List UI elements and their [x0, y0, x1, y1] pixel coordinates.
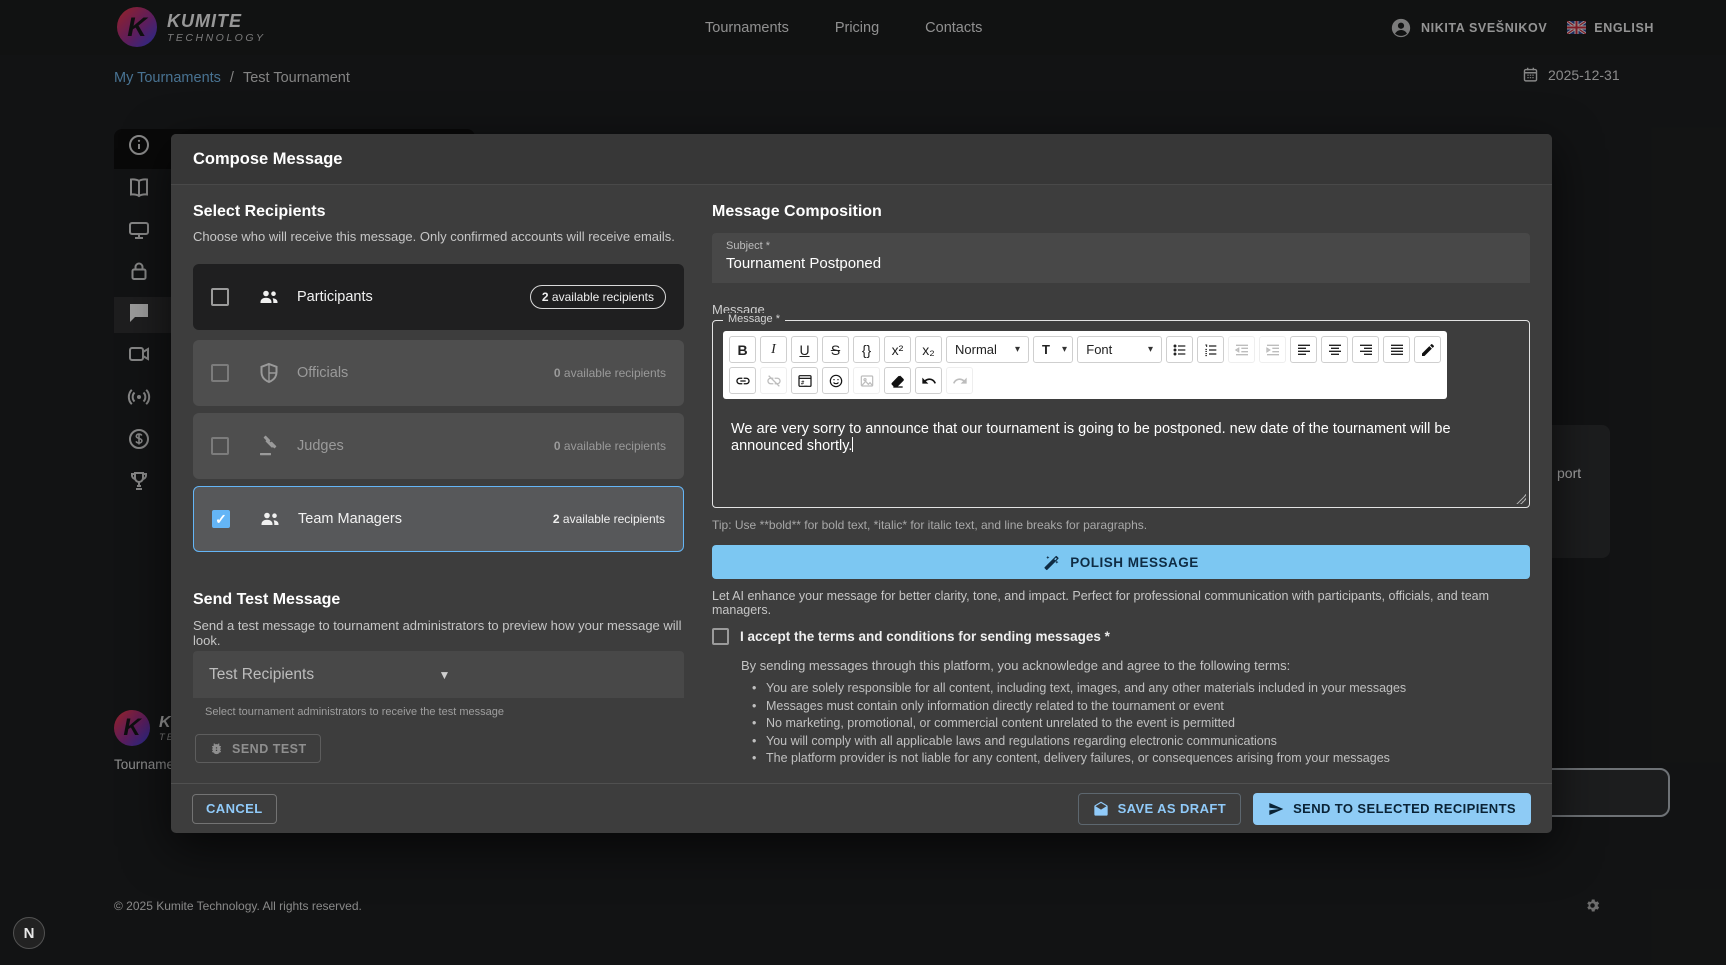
- indent-button[interactable]: [1259, 336, 1286, 363]
- terms-checkbox-row: I accept the terms and conditions for se…: [712, 628, 1110, 645]
- dialog-footer: CANCEL SAVE AS DRAFT SEND TO SELECTED RE…: [171, 783, 1552, 833]
- recipient-group-participants[interactable]: Participants 2 available recipients: [193, 264, 684, 330]
- test-recipients-select[interactable]: Test Recipients ▼: [193, 651, 684, 698]
- align-right-button[interactable]: [1352, 336, 1379, 363]
- subject-field[interactable]: Subject * Tournament Postponed: [712, 233, 1530, 283]
- align-center-button[interactable]: [1321, 336, 1348, 363]
- group-label: Participants: [297, 289, 530, 305]
- send-test-title: Send Test Message: [193, 591, 340, 609]
- insert-image-button[interactable]: [853, 367, 880, 394]
- caret-down-icon: ▾: [1062, 344, 1067, 355]
- select-recipients-description: Choose who will receive this message. On…: [193, 229, 684, 244]
- align-left-button[interactable]: [1290, 336, 1317, 363]
- recipients-count: 0 available recipients: [554, 366, 666, 380]
- compose-message-dialog: Compose Message Select Recipients Choose…: [171, 134, 1552, 833]
- underline-button[interactable]: U: [791, 336, 818, 363]
- terms-item: Messages must contain only information d…: [752, 699, 1406, 713]
- bold-button[interactable]: B: [729, 336, 756, 363]
- terms-item: You are solely responsible for all conte…: [752, 681, 1406, 695]
- send-to-recipients-button[interactable]: SEND TO SELECTED RECIPIENTS: [1253, 793, 1531, 825]
- clear-format-eraser-button[interactable]: [884, 367, 911, 394]
- officials-checkbox: [211, 364, 229, 382]
- message-editor: Message * B I U S {} x² x₂ Normal▾: [712, 320, 1530, 508]
- font-family-select[interactable]: Font▾: [1077, 336, 1162, 363]
- caret-down-icon: ▾: [1148, 344, 1153, 355]
- subscript-button[interactable]: x₂: [915, 336, 942, 363]
- svg-text:#_: #_: [801, 380, 808, 386]
- send-icon: [1268, 801, 1284, 817]
- recipients-count: 0 available recipients: [554, 439, 666, 453]
- magic-wand-icon: [1043, 554, 1060, 571]
- message-textarea[interactable]: We are very sorry to announce that our t…: [715, 407, 1527, 505]
- code-block-button[interactable]: {}: [853, 336, 880, 363]
- subject-label: Subject *: [726, 240, 1516, 252]
- text-color-pen-button[interactable]: [1414, 336, 1441, 363]
- resize-grip[interactable]: [1516, 494, 1526, 504]
- chevron-down-icon: ▼: [439, 668, 669, 682]
- recipient-group-officials: Officials 0 available recipients: [193, 340, 684, 406]
- strikethrough-button[interactable]: S: [822, 336, 849, 363]
- superscript-button[interactable]: x²: [884, 336, 911, 363]
- group-label: Officials: [297, 365, 554, 381]
- save-as-draft-button[interactable]: SAVE AS DRAFT: [1078, 793, 1241, 825]
- recipients-count-badge: 2 available recipients: [530, 285, 666, 309]
- undo-button[interactable]: [915, 367, 942, 394]
- subject-value: Tournament Postponed: [726, 255, 1516, 272]
- polish-message-button[interactable]: POLISH MESSAGE: [712, 545, 1530, 579]
- people-icon: [258, 507, 282, 531]
- message-field-label: Message *: [723, 313, 785, 325]
- participants-checkbox[interactable]: [211, 288, 229, 306]
- terms-item: The platform provider is not liable for …: [752, 751, 1406, 765]
- recipients-count: 2 available recipients: [553, 512, 665, 526]
- cancel-button[interactable]: CANCEL: [192, 794, 277, 824]
- bullet-list-button[interactable]: [1166, 336, 1193, 363]
- align-justify-button[interactable]: [1383, 336, 1410, 363]
- remove-link-button[interactable]: [760, 367, 787, 394]
- recipient-group-team-managers[interactable]: ✓ Team Managers 2 available recipients: [193, 486, 684, 552]
- paragraph-style-select[interactable]: Normal▾: [946, 336, 1029, 363]
- terms-list: You are solely responsible for all conte…: [752, 681, 1406, 769]
- text-cursor: [852, 437, 853, 452]
- test-recipients-label: Test Recipients: [209, 666, 439, 684]
- bug-icon: [209, 741, 224, 756]
- formatting-tip: Tip: Use **bold** for bold text, *italic…: [712, 518, 1147, 532]
- terms-checkbox-label: I accept the terms and conditions for se…: [740, 629, 1110, 644]
- send-test-button[interactable]: SEND TEST: [195, 734, 321, 763]
- dialog-title: Compose Message: [193, 150, 342, 169]
- group-label: Team Managers: [298, 511, 553, 527]
- polish-description: Let AI enhance your message for better c…: [712, 589, 1530, 617]
- send-test-description: Send a test message to tournament admini…: [193, 618, 684, 648]
- message-text: We are very sorry to announce that our t…: [731, 421, 1451, 454]
- recipient-group-judges: Judges 0 available recipients: [193, 413, 684, 479]
- group-label: Judges: [297, 438, 554, 454]
- dialog-header: Compose Message: [171, 134, 1552, 185]
- terms-checkbox[interactable]: [712, 628, 729, 645]
- terms-intro: By sending messages through this platfor…: [741, 658, 1290, 673]
- gavel-icon: [257, 434, 281, 458]
- judges-checkbox: [211, 437, 229, 455]
- message-composition-title: Message Composition: [712, 203, 882, 221]
- dev-indicator-badge[interactable]: N: [13, 917, 45, 949]
- select-recipients-title: Select Recipients: [193, 203, 326, 221]
- text-size-select[interactable]: T▾: [1033, 336, 1073, 363]
- people-icon: [257, 285, 281, 309]
- numbered-list-button[interactable]: [1197, 336, 1224, 363]
- test-recipients-helper: Select tournament administrators to rece…: [205, 706, 504, 718]
- caret-down-icon: ▾: [1015, 344, 1020, 355]
- italic-button[interactable]: I: [760, 336, 787, 363]
- outdent-button[interactable]: [1228, 336, 1255, 363]
- terms-item: No marketing, promotional, or commercial…: [752, 716, 1406, 730]
- editor-toolbar: B I U S {} x² x₂ Normal▾ T▾: [723, 331, 1447, 399]
- insert-link-button[interactable]: [729, 367, 756, 394]
- terms-item: You will comply with all applicable laws…: [752, 734, 1406, 748]
- emoji-button[interactable]: [822, 367, 849, 394]
- shield-icon: [257, 361, 281, 385]
- insert-variable-button[interactable]: #_: [791, 367, 818, 394]
- screen: K KUMITE TECHNOLOGY Tournaments Pricing …: [0, 0, 1726, 965]
- redo-button[interactable]: [946, 367, 973, 394]
- drafts-icon: [1093, 801, 1109, 817]
- team-managers-checkbox[interactable]: ✓: [212, 510, 230, 528]
